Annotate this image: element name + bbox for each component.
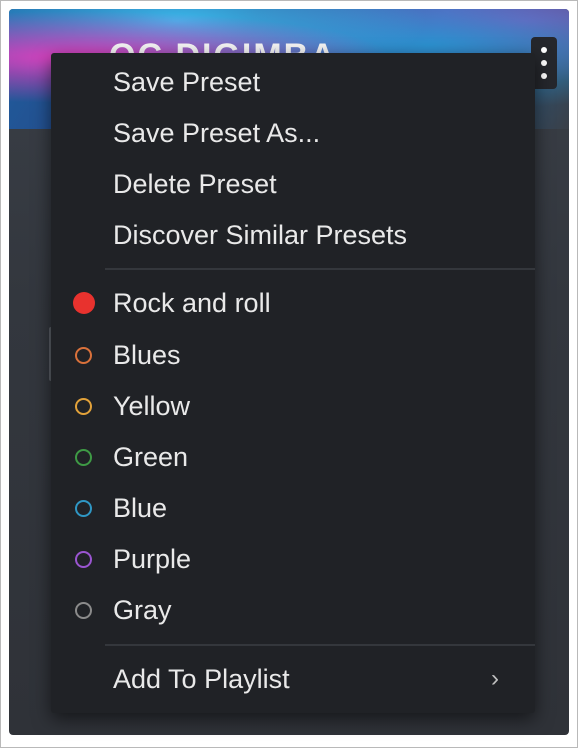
menu-item-save-preset-as[interactable]: Save Preset As... — [51, 110, 535, 156]
tag-item-rock-and-roll[interactable]: Rock and roll — [51, 280, 535, 326]
tag-label: Purple — [113, 544, 192, 574]
menu-divider — [105, 644, 535, 646]
tag-label: Green — [113, 442, 189, 472]
tag-item-gray[interactable]: Gray — [51, 587, 535, 633]
tag-label: Gray — [113, 595, 172, 625]
color-dot-icon — [73, 292, 95, 314]
color-ring-icon — [75, 449, 92, 466]
menu-divider — [105, 268, 535, 270]
color-ring-icon — [75, 602, 92, 619]
tag-item-purple[interactable]: Purple — [51, 536, 535, 582]
menu-item-label: Save Preset As... — [113, 118, 321, 148]
tag-item-blue[interactable]: Blue — [51, 485, 535, 531]
preset-context-menu: Save Preset Save Preset As... Delete Pre… — [51, 53, 535, 713]
menu-item-add-to-playlist[interactable]: Add To Playlist › — [51, 656, 535, 702]
more-vertical-icon-dot — [541, 73, 547, 79]
tag-label: Blue — [113, 493, 168, 523]
screenshot-frame: OC DIGIMBA Save Preset Save Preset As...… — [0, 0, 578, 748]
tag-item-blues[interactable]: Blues — [51, 332, 535, 378]
tag-label: Rock and roll — [113, 288, 271, 318]
menu-item-save-preset[interactable]: Save Preset — [51, 59, 535, 105]
menu-item-label: Delete Preset — [113, 169, 277, 199]
color-ring-icon — [75, 398, 92, 415]
chevron-right-icon: › — [491, 665, 499, 692]
menu-item-label: Save Preset — [113, 67, 261, 97]
color-ring-icon — [75, 500, 92, 517]
tag-item-green[interactable]: Green — [51, 434, 535, 480]
menu-item-delete-preset[interactable]: Delete Preset — [51, 161, 535, 207]
tag-item-yellow[interactable]: Yellow — [51, 383, 535, 429]
tag-label: Blues — [113, 340, 181, 370]
tag-label: Yellow — [113, 391, 191, 421]
color-ring-icon — [75, 551, 92, 568]
menu-item-label: Discover Similar Presets — [113, 220, 408, 250]
color-ring-icon — [75, 347, 92, 364]
more-vertical-icon-dot — [541, 60, 547, 66]
menu-item-label: Add To Playlist — [113, 664, 290, 694]
more-vertical-icon — [541, 47, 547, 53]
menu-item-discover-similar-presets[interactable]: Discover Similar Presets — [51, 212, 535, 258]
